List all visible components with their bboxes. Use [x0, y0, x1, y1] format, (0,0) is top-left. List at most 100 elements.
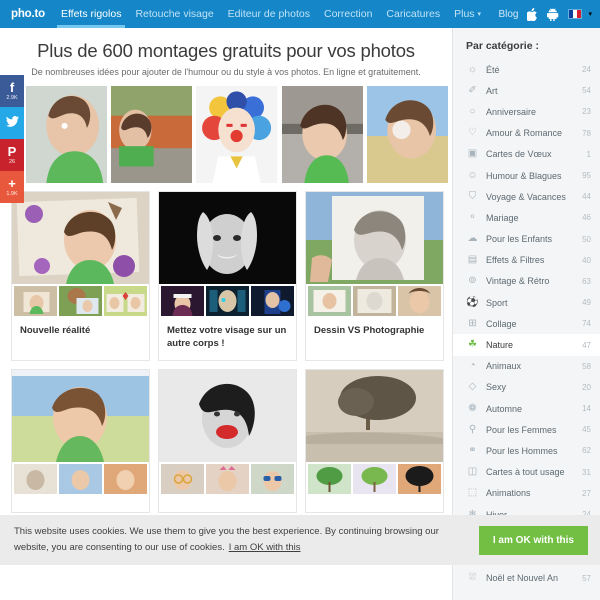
- sidebar-item-cartes-a-tout-usage[interactable]: ◫ Cartes à tout usage 31: [453, 462, 600, 483]
- film-icon: ⊚: [468, 275, 477, 287]
- sidebar-item-vintage-retro[interactable]: ⊚ Vintage & Rétro 63: [453, 271, 600, 292]
- effect-card[interactable]: [158, 368, 297, 513]
- category-label: Voyage & Vacances: [486, 191, 566, 202]
- strip-item[interactable]: [26, 86, 108, 183]
- card-thumbnail[interactable]: [251, 286, 294, 316]
- chevron-down-icon: ▾: [588, 10, 592, 18]
- card-thumbnail[interactable]: [398, 286, 441, 316]
- category-label: Cartes à tout usage: [486, 467, 565, 478]
- card-thumbnail[interactable]: [14, 463, 57, 494]
- share-pinterest-button[interactable]: P 26: [0, 139, 24, 171]
- share-facebook-button[interactable]: f 2.9K: [0, 75, 24, 107]
- sidebar-item-nature[interactable]: ☘ Nature 47: [453, 334, 600, 356]
- sidebar-item-sexy[interactable]: ◇ Sexy 20: [453, 377, 600, 398]
- sidebar-item-anniversaire[interactable]: ○ Anniversaire 23: [453, 101, 600, 122]
- nav-item-caricatures[interactable]: Caricatures: [379, 0, 447, 28]
- category-label: Noël et Nouvel An: [486, 573, 559, 584]
- category-count: 63: [582, 276, 591, 286]
- category-label: Anniversaire: [486, 106, 537, 117]
- card-title: [12, 496, 149, 512]
- sidebar-item-animations[interactable]: ⬚ Animations 27: [453, 483, 600, 504]
- category-label: Nature: [486, 340, 514, 351]
- category-count: 47: [582, 340, 591, 350]
- card-thumbnail[interactable]: [308, 286, 351, 316]
- page-body: f 2.9K P 26 + 1.9K Plus de 600 montages …: [0, 28, 600, 600]
- nav-item-plus[interactable]: Plus ▾: [447, 0, 488, 28]
- share-count: 1.9K: [6, 190, 18, 197]
- category-count: 23: [582, 107, 591, 117]
- santa-hat-icon: ⛆: [468, 572, 477, 584]
- sidebar-item-obscured-1[interactable]: [453, 589, 600, 600]
- strip-item[interactable]: [196, 86, 278, 183]
- sidebar-item-pour-les-enfants[interactable]: ☁ Pour les Enfants 50: [453, 229, 600, 250]
- card-title: [306, 496, 443, 512]
- category-count: 31: [582, 467, 591, 477]
- sidebar-item-automne[interactable]: ❁ Automne 14: [453, 398, 600, 419]
- nav-label: Caricatures: [386, 8, 441, 20]
- card-thumbnail[interactable]: [206, 286, 249, 316]
- twitter-icon: [5, 115, 19, 129]
- effect-card[interactable]: Nouvelle réalité: [11, 191, 150, 361]
- sidebar-item-amour-romance[interactable]: ♡ Amour & Romance 78: [453, 123, 600, 144]
- strip-item[interactable]: [111, 86, 193, 183]
- share-more-button[interactable]: + 1.9K: [0, 171, 24, 203]
- category-count: 49: [582, 298, 591, 308]
- card-thumbnail[interactable]: [104, 286, 147, 316]
- nav-label: Retouche visage: [135, 8, 214, 20]
- card-thumbnail[interactable]: [14, 286, 57, 316]
- nav-label: Plus: [454, 8, 475, 20]
- sidebar-item-ete[interactable]: ☼ Été 24: [453, 59, 600, 80]
- sidebar-item-pour-les-hommes[interactable]: ⚭ Pour les Hommes 62: [453, 440, 600, 461]
- strip-item[interactable]: [281, 86, 363, 183]
- sidebar-item-animaux[interactable]: ◔ Animaux 58: [453, 356, 600, 377]
- sidebar-item-collage[interactable]: ⊞ Collage 74: [453, 313, 600, 334]
- card-thumbnails: [12, 462, 149, 496]
- effects-card-grid: Nouvelle réalité Mettez votre visage sur…: [0, 183, 452, 513]
- card-thumbnail[interactable]: [398, 463, 441, 494]
- card-thumbnail[interactable]: [353, 286, 396, 316]
- card-thumbnail[interactable]: [104, 463, 147, 494]
- card-thumbnail[interactable]: [161, 286, 204, 316]
- effect-card[interactable]: [305, 368, 444, 513]
- nav-item-retouche-visage[interactable]: Retouche visage: [128, 0, 220, 28]
- strip-item[interactable]: [366, 86, 449, 183]
- sidebar-item-humour-blagues[interactable]: ☺ Humour & Blagues 95: [453, 165, 600, 186]
- effect-card[interactable]: [11, 368, 150, 513]
- sidebar-item-noel-nouvel-an[interactable]: ⛆ Noël et Nouvel An 57: [453, 568, 600, 589]
- filter-icon: ▤: [467, 254, 478, 266]
- sidebar-item-art[interactable]: ✐ Art 54: [453, 80, 600, 101]
- nav-item-effets-rigolos[interactable]: Effets rigolos: [54, 0, 129, 28]
- category-count: 78: [582, 128, 591, 138]
- android-icon[interactable]: [547, 7, 559, 21]
- sidebar-item-cartes-de-voeux[interactable]: ▣ Cartes de Vœux 1: [453, 144, 600, 165]
- nav-item-editeur-de-photos[interactable]: Editeur de photos: [221, 0, 317, 28]
- site-logo[interactable]: pho.to: [0, 0, 54, 28]
- smiley-icon: ☺: [467, 169, 478, 181]
- category-count: 62: [582, 446, 591, 456]
- nav-item-correction[interactable]: Correction: [317, 0, 379, 28]
- sidebar-item-effets-filtres[interactable]: ▤ Effets & Filtres 40: [453, 250, 600, 271]
- sidebar-item-mariage[interactable]: ⚬ Mariage 46: [453, 207, 600, 228]
- card-thumbnail[interactable]: [59, 286, 102, 316]
- language-selector[interactable]: ▾: [568, 9, 592, 19]
- share-count: 26: [8, 158, 16, 165]
- effect-card[interactable]: Dessin VS Photographie: [305, 191, 444, 361]
- leaf-icon: ❁: [468, 402, 477, 414]
- card-thumbnail[interactable]: [251, 463, 294, 494]
- card-thumbnail[interactable]: [206, 463, 249, 494]
- sidebar-item-voyage-vacances[interactable]: ⛉ Voyage & Vacances 44: [453, 186, 600, 207]
- card-thumbnail[interactable]: [161, 463, 204, 494]
- sidebar-item-sport[interactable]: ⚽ Sport 49: [453, 292, 600, 313]
- card-thumbnail[interactable]: [353, 463, 396, 494]
- share-twitter-button[interactable]: [0, 107, 24, 139]
- sidebar-item-pour-les-femmes[interactable]: ⚲ Pour les Femmes 45: [453, 419, 600, 440]
- cookie-accept-button[interactable]: I am OK with this: [478, 525, 588, 555]
- effect-card[interactable]: Mettez votre visage sur un autre corps !: [158, 191, 297, 361]
- card-thumbnail[interactable]: [308, 463, 351, 494]
- apple-icon[interactable]: [527, 7, 538, 21]
- card-thumbnail[interactable]: [59, 463, 102, 494]
- blog-link[interactable]: Blog: [498, 9, 518, 20]
- cookie-accept-link[interactable]: I am OK with this: [229, 542, 301, 553]
- card-hero-image: [159, 369, 296, 462]
- card-title: Nouvelle réalité: [20, 325, 91, 336]
